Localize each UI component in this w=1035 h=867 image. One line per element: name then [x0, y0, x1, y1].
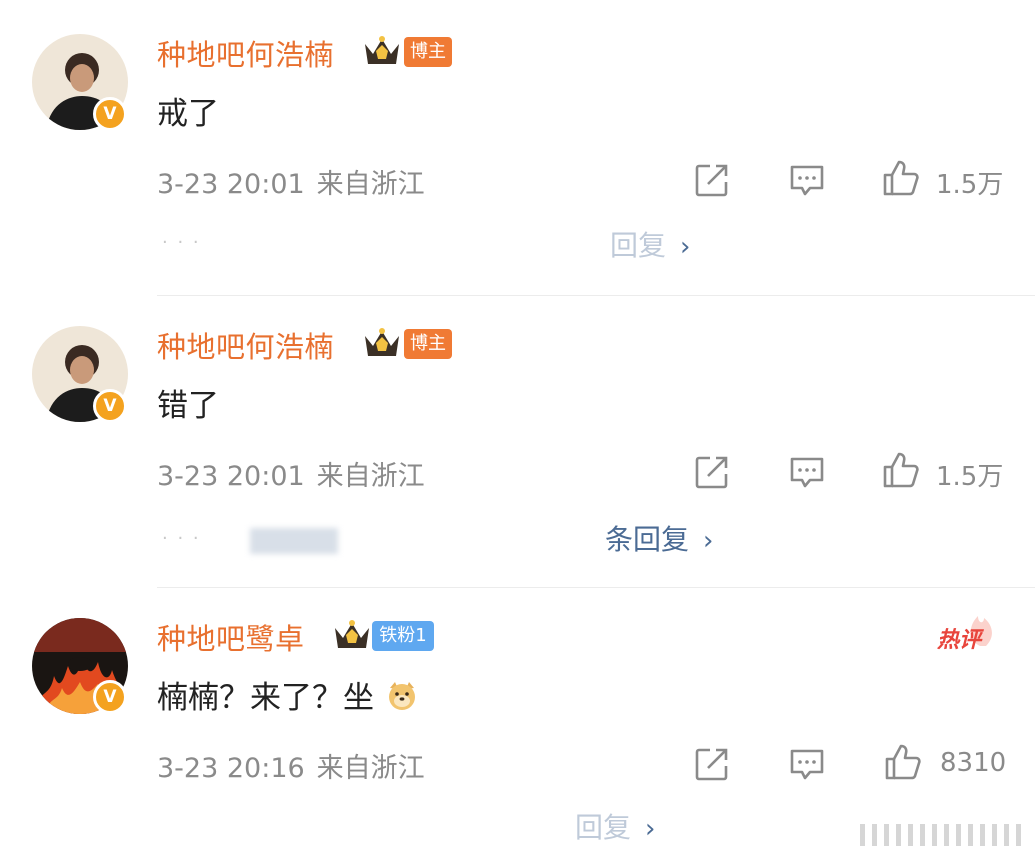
share-icon[interactable] — [692, 452, 732, 492]
chevron-right-icon: › — [680, 232, 691, 262]
comment-text: 戒了 — [157, 96, 219, 132]
comment-time: 3-23 20:01 — [157, 169, 305, 200]
verified-v-icon: V — [93, 680, 127, 714]
view-replies-link[interactable]: 条回复 › — [605, 518, 713, 558]
comment-icon[interactable] — [787, 160, 827, 200]
user-name[interactable]: 种地吧鹭卓 — [157, 616, 305, 658]
comment-item: V 种地吧鹭卓 铁粉1 热评 楠楠？来了？坐 3-23 20:16 来自浙江 83… — [0, 588, 1035, 867]
comment-meta: 3-23 20:01 来自浙江 — [157, 454, 425, 493]
comment-meta: 3-23 20:16 来自浙江 — [157, 746, 425, 785]
like-icon[interactable] — [883, 742, 923, 782]
obscured-preview: · · · — [162, 232, 201, 253]
blogger-tag: 博主 — [404, 37, 452, 67]
view-replies-link[interactable]: 回复 › — [610, 224, 690, 264]
like-icon[interactable] — [881, 158, 921, 198]
comment-text: 错了 — [157, 388, 219, 424]
like-count: 1.5万 — [936, 170, 1004, 200]
view-replies-link[interactable]: 回复 › — [575, 806, 655, 846]
chevron-right-icon: › — [703, 526, 714, 556]
comment-text: 楠楠？来了？坐 — [157, 672, 418, 717]
chevron-right-icon: › — [645, 814, 656, 844]
watermark — [860, 824, 1021, 846]
doge-emoji-icon — [388, 682, 415, 710]
blogger-tag: 博主 — [404, 329, 452, 359]
comment-icon[interactable] — [787, 452, 827, 492]
crown-icon — [365, 328, 399, 356]
comment-meta: 3-23 20:01 来自浙江 — [157, 162, 425, 201]
comment-item: V 种地吧何浩楠 博主 错了 3-23 20:01 来自浙江 1.5万 · · ·… — [0, 296, 1035, 588]
user-name[interactable]: 种地吧何浩楠 — [157, 324, 334, 366]
replies-label: 回复 — [610, 229, 667, 262]
comment-location: 来自浙江 — [316, 753, 425, 784]
verified-v-icon: V — [93, 389, 127, 423]
replies-label: 条回复 — [605, 523, 690, 556]
user-name[interactable]: 种地吧何浩楠 — [157, 32, 334, 74]
fan-level-tag: 铁粉1 — [372, 621, 434, 651]
obscured-preview — [250, 528, 338, 554]
crown-icon — [365, 36, 399, 64]
replies-label: 回复 — [575, 811, 632, 844]
comment-time: 3-23 20:01 — [157, 461, 305, 492]
like-icon[interactable] — [881, 450, 921, 490]
obscured-preview: · · · — [162, 528, 201, 549]
share-icon[interactable] — [692, 160, 732, 200]
comment-text-content: 楠楠？来了？坐 — [157, 680, 374, 716]
crown-icon — [335, 620, 369, 648]
comment-icon[interactable] — [787, 744, 827, 784]
hot-comment-label: 热评 — [937, 628, 982, 653]
share-icon[interactable] — [692, 744, 732, 784]
comment-location: 来自浙江 — [316, 169, 425, 200]
like-count: 1.5万 — [936, 462, 1004, 492]
verified-v-icon: V — [93, 97, 127, 131]
comment-location: 来自浙江 — [316, 461, 425, 492]
like-count: 8310 — [940, 748, 1007, 778]
comment-time: 3-23 20:16 — [157, 753, 305, 784]
comment-item: V 种地吧何浩楠 博主 戒了 3-23 20:01 来自浙江 1.5万 · · ·… — [0, 0, 1035, 296]
